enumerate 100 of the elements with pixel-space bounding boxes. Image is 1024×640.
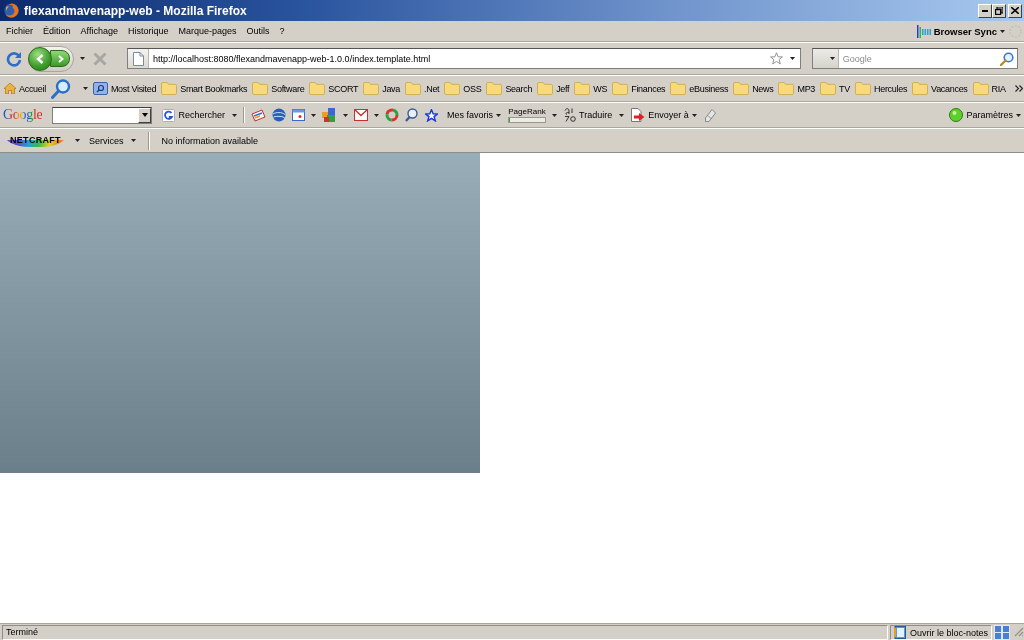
bookmark-folder[interactable]: TV bbox=[819, 80, 851, 97]
caret-icon[interactable] bbox=[619, 113, 625, 117]
folder-icon bbox=[537, 82, 554, 95]
menu-item[interactable]: Historique bbox=[122, 24, 174, 38]
bookmark-folder[interactable]: News bbox=[732, 80, 775, 97]
magnifier-icon[interactable] bbox=[404, 108, 418, 122]
mail-icon[interactable] bbox=[353, 109, 368, 121]
folder-icon bbox=[733, 82, 750, 95]
g-letter-icon bbox=[162, 108, 176, 122]
bookmark-folder[interactable]: MP3 bbox=[777, 80, 817, 97]
notepad-button[interactable]: Ouvrir le bloc-notes bbox=[889, 625, 992, 640]
menu-item[interactable]: ? bbox=[274, 24, 290, 38]
bookmark-folder[interactable]: WS bbox=[573, 80, 609, 97]
home-icon bbox=[4, 83, 16, 94]
caret-icon bbox=[1016, 113, 1021, 117]
search-icon bbox=[1000, 51, 1014, 66]
folder-icon bbox=[972, 82, 989, 95]
folder-search-icon bbox=[92, 82, 108, 95]
caret-icon[interactable] bbox=[231, 113, 237, 117]
close-icon bbox=[93, 51, 107, 66]
caret-icon bbox=[495, 113, 501, 117]
folder-icon bbox=[444, 82, 461, 95]
favorites-button[interactable]: Mes favoris bbox=[423, 107, 502, 123]
search-engine-button[interactable] bbox=[812, 49, 839, 68]
arrow-left-icon bbox=[36, 53, 44, 64]
bookmark-folder[interactable]: Jeff bbox=[536, 80, 571, 97]
resize-grip-icon[interactable] bbox=[1012, 625, 1024, 637]
bookmark-folder[interactable]: Hercules bbox=[854, 80, 909, 97]
search-history-dropdown[interactable] bbox=[138, 107, 152, 123]
bookmark-folder[interactable]: Finances bbox=[611, 80, 667, 97]
bookmark-folder[interactable]: .Net bbox=[404, 80, 441, 97]
caret-icon bbox=[829, 57, 835, 60]
home-bookmark[interactable]: Accueil bbox=[3, 81, 47, 96]
search-bookmark-button[interactable] bbox=[49, 76, 89, 101]
bookmark-folder[interactable]: Search bbox=[485, 80, 534, 97]
more-bookmarks-button[interactable] bbox=[1012, 83, 1024, 94]
caret-icon bbox=[141, 113, 148, 117]
grid-icon[interactable] bbox=[994, 625, 1010, 640]
caret-icon[interactable] bbox=[342, 113, 348, 117]
bookmark-link[interactable]: Most Visited bbox=[91, 80, 158, 97]
bookmark-folder[interactable]: RIA bbox=[971, 80, 1007, 97]
bookmark-folder[interactable]: Java bbox=[362, 80, 401, 97]
caret-icon[interactable] bbox=[74, 139, 80, 142]
address-field[interactable]: http://localhost:8080/flexandmavenapp-web-1.0.0/index.template.html bbox=[127, 48, 801, 69]
bookmark-folder[interactable]: OSS bbox=[443, 80, 483, 97]
google-search-button[interactable]: Rechercher bbox=[161, 107, 226, 123]
sync-button[interactable]: Browser Sync bbox=[912, 24, 1009, 38]
folder-icon bbox=[486, 82, 503, 95]
ticket-icon[interactable] bbox=[250, 108, 266, 122]
translate-button[interactable]: Traduire bbox=[562, 107, 614, 123]
minimize-button[interactable] bbox=[978, 3, 992, 18]
forward-button[interactable] bbox=[50, 50, 70, 67]
star-icon bbox=[424, 108, 438, 122]
page-icon bbox=[132, 51, 144, 66]
window-title: flexandmavenapp-web - Mozilla Firefox bbox=[24, 3, 247, 18]
bookmark-folder[interactable]: Smart Bookmarks bbox=[160, 80, 249, 97]
caret-icon[interactable] bbox=[310, 113, 316, 117]
folder-icon bbox=[161, 82, 178, 95]
globe-icon[interactable] bbox=[271, 108, 286, 122]
bookmark-folder[interactable]: SCORT bbox=[308, 80, 360, 97]
history-dropdown[interactable] bbox=[78, 55, 87, 62]
ring-icon[interactable] bbox=[384, 108, 399, 122]
restore-button[interactable] bbox=[992, 3, 1006, 18]
google-logo[interactable]: Google bbox=[3, 107, 43, 123]
menu-item[interactable]: Édition bbox=[38, 24, 76, 38]
services-button[interactable]: Services bbox=[87, 134, 138, 147]
bookmark-folder[interactable]: eBusiness bbox=[669, 80, 730, 97]
caret-icon bbox=[80, 57, 85, 60]
menu-item[interactable]: Affichage bbox=[75, 24, 123, 38]
bookmark-folder[interactable]: Software bbox=[251, 80, 306, 97]
pagerank-button[interactable]: PageRank bbox=[507, 107, 546, 123]
close-button[interactable] bbox=[1008, 3, 1022, 18]
settings-button[interactable]: Paramètres bbox=[948, 107, 1022, 123]
caret-icon bbox=[82, 87, 88, 90]
caret-icon bbox=[789, 57, 795, 60]
search-field[interactable]: Google bbox=[811, 48, 1018, 69]
search-button[interactable] bbox=[997, 51, 1017, 66]
folder-icon bbox=[912, 82, 929, 95]
url-input[interactable]: http://localhost:8080/flexandmavenapp-web-1.0.0/index.template.html bbox=[149, 49, 770, 68]
bookmark-folder[interactable]: Vacances bbox=[911, 80, 969, 97]
search-input[interactable]: Google bbox=[838, 49, 997, 68]
puzzle-icon[interactable] bbox=[321, 108, 337, 122]
restore-icon bbox=[995, 6, 1003, 15]
caret-icon bbox=[131, 139, 137, 142]
menu-item[interactable]: Fichier bbox=[1, 24, 38, 38]
menu-item[interactable]: Marque-pages bbox=[173, 24, 242, 38]
window-icon[interactable] bbox=[291, 109, 305, 121]
eraser-icon[interactable] bbox=[703, 108, 716, 122]
star-icon[interactable] bbox=[769, 52, 783, 65]
menu-item[interactable]: Outils bbox=[241, 24, 275, 38]
google-search-field[interactable] bbox=[52, 106, 153, 124]
site-identity-button[interactable] bbox=[128, 49, 149, 68]
back-button[interactable] bbox=[28, 46, 52, 71]
send-button[interactable]: Envoyer à bbox=[630, 107, 698, 123]
caret-icon[interactable] bbox=[551, 113, 557, 117]
reload-icon bbox=[6, 50, 22, 67]
netcraft-logo[interactable]: NETCRAFT bbox=[4, 134, 67, 147]
folder-icon bbox=[612, 82, 629, 95]
caret-icon[interactable] bbox=[373, 113, 379, 117]
folder-icon bbox=[252, 82, 269, 95]
